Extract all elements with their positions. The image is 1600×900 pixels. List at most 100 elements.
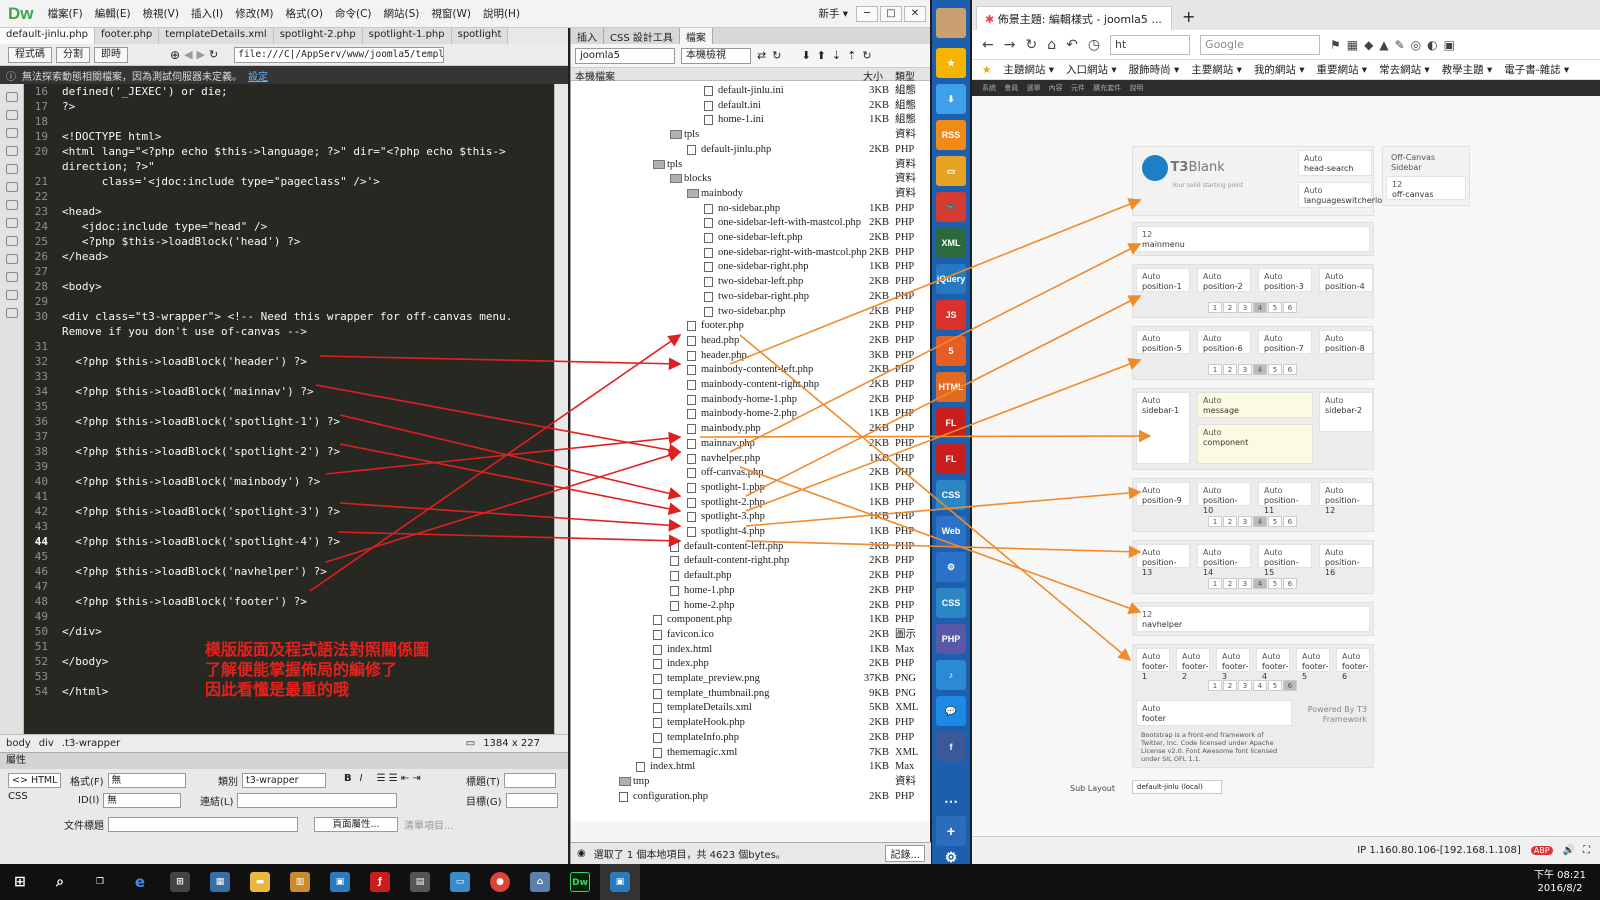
extension-icons[interactable]: ⚑▦◆▲✎◎◐▣ <box>1330 38 1461 52</box>
code-line[interactable]: 29 <box>24 294 554 309</box>
file-row[interactable]: mainbody-content-right.php 2KB PHP <box>571 377 930 392</box>
code-line[interactable]: 36 <?php $this->loadBlock('spotlight-1')… <box>24 414 554 429</box>
pos-footer-2[interactable]: Auto footer-2 <box>1176 648 1210 681</box>
pager-button[interactable]: 6 <box>1283 302 1297 313</box>
file-row[interactable]: home-2.php 2KB PHP <box>571 598 930 613</box>
open-documents-icon[interactable] <box>5 92 18 102</box>
file-row[interactable]: head.php 2KB PHP <box>571 333 930 348</box>
pager-button[interactable]: 3 <box>1238 364 1252 375</box>
connect-icon[interactable]: ⇄ <box>757 49 766 62</box>
dock-app-icon[interactable]: PHP <box>936 624 966 654</box>
remote-icon[interactable]: ▣ <box>320 864 360 900</box>
class-select[interactable]: t3-wrapper <box>242 773 326 788</box>
file-row[interactable]: thememagic.xml 7KB XML <box>571 745 930 760</box>
file-row[interactable]: template_thumbnail.png 9KB PNG <box>571 686 930 701</box>
file-row[interactable]: spotlight-1.php 1KB PHP <box>571 480 930 495</box>
split-view-button[interactable]: 分割 <box>56 46 90 63</box>
page-properties-button[interactable]: 頁面屬性... <box>314 817 398 832</box>
reload-icon[interactable]: ↻ <box>1025 37 1037 53</box>
file-row[interactable]: one-sidebar-right-with-mastcol.php 2KB PHP <box>571 245 930 260</box>
pos-footer-1[interactable]: Auto footer-1 <box>1136 648 1170 681</box>
pager-button[interactable]: 2 <box>1223 302 1237 313</box>
file-row[interactable]: mainbody.php 2KB PHP <box>571 421 930 436</box>
file-row[interactable]: two-sidebar-right.php 2KB PHP <box>571 289 930 304</box>
code-line[interactable]: 47 <box>24 579 554 594</box>
file-row[interactable]: mainbody-home-1.php 2KB PHP <box>571 392 930 407</box>
pos-sidebar-1[interactable]: Auto sidebar-1 <box>1136 392 1190 464</box>
menu-item[interactable]: 視窗(W) <box>425 6 477 21</box>
pos-position-6[interactable]: Auto position-6 <box>1197 330 1251 354</box>
document-tab[interactable]: spotlight-1.php <box>362 28 452 44</box>
forward-arrow-icon[interactable]: → <box>1004 37 1016 53</box>
code-line[interactable]: Remove if you don't use of-canvas --> <box>24 324 554 339</box>
dock-app-icon[interactable]: 💬 <box>936 696 966 726</box>
document-tab[interactable]: spotlight <box>451 28 509 44</box>
select-parent-icon[interactable] <box>5 146 18 156</box>
format-source-icon[interactable] <box>5 308 18 318</box>
link-field[interactable] <box>237 793 398 808</box>
store-icon[interactable]: ⊞ <box>160 864 200 900</box>
target-select[interactable] <box>505 793 558 808</box>
pager-button[interactable]: 5 <box>1268 364 1282 375</box>
bookmark-folder[interactable]: 主題網站 ▾ <box>1003 62 1054 77</box>
menu-item[interactable]: 插入(I) <box>185 6 229 21</box>
file-row[interactable]: index.html 1KB Max <box>571 759 930 774</box>
file-row[interactable]: default-jinlu.ini 3KB 組態 <box>571 83 930 98</box>
site-select[interactable]: joomla5 <box>575 47 675 64</box>
file-row[interactable]: mainbody-content-left.php 2KB PHP <box>571 362 930 377</box>
pos-position-2[interactable]: Auto position-2 <box>1197 268 1251 292</box>
flash-icon[interactable]: ƒ <box>360 864 400 900</box>
file-row[interactable]: two-sidebar.php 2KB PHP <box>571 304 930 319</box>
line-numbers-icon[interactable] <box>5 164 18 174</box>
dock-app-icon[interactable]: RSS <box>936 120 966 150</box>
id-select[interactable]: 無 <box>103 793 182 808</box>
pos-position-1[interactable]: Auto position-1 <box>1136 268 1190 292</box>
file-row[interactable]: header.php 3KB PHP <box>571 348 930 363</box>
code-line[interactable]: 49 <box>24 609 554 624</box>
calculator-icon[interactable]: ▤ <box>400 864 440 900</box>
file-explorer-icon[interactable]: ▬ <box>240 864 280 900</box>
dock-app-icon[interactable]: ⚙ <box>936 552 966 582</box>
indent-icon[interactable] <box>5 272 18 282</box>
more-icon[interactable]: ⋯ <box>936 786 966 816</box>
dock-app-icon[interactable]: CSS <box>936 480 966 510</box>
adblock-icon[interactable]: ABP <box>1530 846 1553 855</box>
workspace-switcher[interactable]: 新手 ▾ <box>810 6 856 21</box>
file-row[interactable]: mainnav.php 2KB PHP <box>571 436 930 451</box>
dock-app-icon[interactable]: f <box>936 732 966 762</box>
pager-button[interactable]: 2 <box>1223 578 1237 589</box>
back-arrow-icon[interactable]: ← <box>982 37 994 53</box>
pos-mainmenu[interactable]: 12 mainmenu <box>1136 226 1370 252</box>
target-icon[interactable]: ⊕ <box>170 48 180 62</box>
code-line[interactable]: 21 class='<jdoc:include type="pageclass"… <box>24 174 554 189</box>
dock-app-icon[interactable]: 5 <box>936 336 966 366</box>
file-row[interactable]: component.php 1KB PHP <box>571 612 930 627</box>
file-row[interactable]: configuration.php 2KB PHP <box>571 789 930 804</box>
dock-app-icon[interactable]: ★ <box>936 48 966 78</box>
code-line[interactable]: 38 <?php $this->loadBlock('spotlight-2')… <box>24 444 554 459</box>
pager-button[interactable]: 3 <box>1238 578 1252 589</box>
pager-button[interactable]: 1 <box>1208 516 1222 527</box>
search-field[interactable]: Google <box>1200 34 1321 55</box>
chrome-icon[interactable]: ● <box>480 864 520 900</box>
pager-button[interactable]: 5 <box>1268 578 1282 589</box>
pager-button[interactable]: 4 <box>1253 516 1267 527</box>
folder-row[interactable]: blocks 資料 <box>571 171 930 186</box>
menu-item[interactable]: 檔案(F) <box>42 6 89 21</box>
menu-item[interactable]: 命令(C) <box>329 6 378 21</box>
search-icon[interactable]: ⌕ <box>40 864 80 900</box>
outdent-icon[interactable] <box>5 290 18 300</box>
html-mode-button[interactable]: <> HTML <box>8 773 62 788</box>
wrap-tag-icon[interactable] <box>5 236 18 246</box>
file-row[interactable]: favicon.ico 2KB 圖示 <box>571 627 930 642</box>
url-field[interactable]: ht <box>1110 34 1191 55</box>
edge-icon[interactable]: e <box>120 864 160 900</box>
file-row[interactable]: home-1.php 2KB PHP <box>571 583 930 598</box>
fullscreen-icon[interactable]: ⛶ <box>1583 845 1590 856</box>
file-row[interactable]: default.ini 2KB 組態 <box>571 98 930 113</box>
app-icon[interactable]: ▦ <box>200 864 240 900</box>
minimize-icon[interactable]: ─ <box>856 5 878 22</box>
code-line[interactable]: 48 <?php $this->loadBlock('footer') ?> <box>24 594 554 609</box>
dock-app-icon[interactable]: XML <box>936 228 966 258</box>
pos-sidebar-2[interactable]: Auto sidebar-2 <box>1319 392 1373 432</box>
